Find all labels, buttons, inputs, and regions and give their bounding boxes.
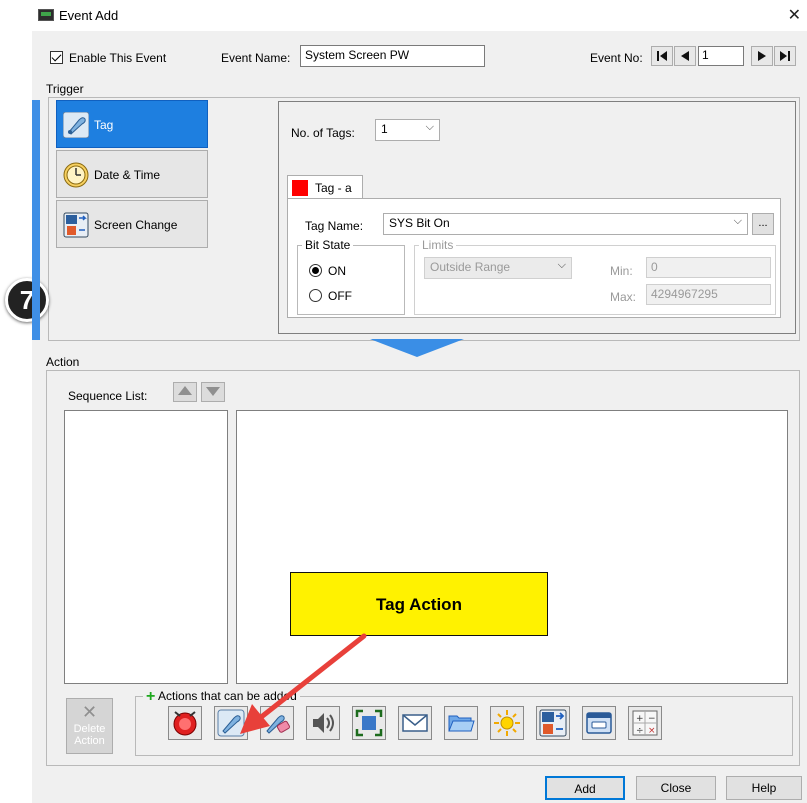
tag-icon <box>62 111 90 139</box>
callout-arrow-icon <box>240 633 367 734</box>
plus-icon: + <box>146 688 156 705</box>
first-icon <box>657 51 667 61</box>
title-bar: Event Add ✕ <box>32 0 807 31</box>
tag-color-swatch <box>292 180 308 196</box>
last-event-button[interactable] <box>774 46 796 66</box>
limits-label: Limits <box>419 238 457 252</box>
screen-change-icon <box>63 212 89 238</box>
trigger-tag-button[interactable]: Tag <box>56 100 208 148</box>
next-icon <box>758 51 766 61</box>
flow-down-arrow-icon <box>370 339 464 357</box>
chevron-down-icon: ⌵ <box>425 121 434 133</box>
enable-event-label: Enable This Event <box>69 51 167 65</box>
trigger-section-label: Trigger <box>46 82 84 96</box>
previous-icon <box>681 51 689 61</box>
calculator-icon[interactable]: + − ÷ × <box>628 706 662 740</box>
arrow-up-icon <box>178 386 192 395</box>
help-button[interactable]: Help <box>726 776 802 800</box>
no-of-tags-label: No. of Tags: <box>291 126 355 140</box>
trigger-tag-label: Tag <box>94 118 114 132</box>
close-button[interactable]: Close <box>636 776 716 800</box>
no-of-tags-value: 1 <box>381 122 388 136</box>
bit-state-on-label: ON <box>328 264 346 278</box>
min-label: Min: <box>610 264 633 278</box>
window-icon[interactable] <box>582 706 616 740</box>
window-title: Event Add <box>59 8 119 23</box>
bit-state-on-radio[interactable] <box>309 264 322 277</box>
move-up-button[interactable] <box>173 382 197 402</box>
limits-value: Outside Range <box>430 260 511 274</box>
event-name-label: Event Name: <box>221 51 291 65</box>
tab-label: Tag - a <box>315 181 352 195</box>
chevron-down-icon: ⌵ <box>557 259 566 271</box>
event-no-label: Event No: <box>590 51 643 65</box>
chevron-down-icon: ⌵ <box>733 215 742 227</box>
action-section-label: Action <box>46 355 80 369</box>
tag-name-label: Tag Name: <box>305 219 364 233</box>
alarm-icon[interactable] <box>168 706 202 740</box>
delete-action-label: Delete Action <box>73 723 106 747</box>
trigger-date-time-button[interactable]: Date & Time <box>56 150 208 198</box>
event-no-input[interactable]: 1 <box>698 46 744 66</box>
svg-text:+: + <box>636 714 644 724</box>
close-icon[interactable]: ✕ <box>788 5 801 25</box>
clock-icon <box>63 162 89 188</box>
delete-x-icon: ✕ <box>81 702 98 722</box>
svg-text:÷: ÷ <box>636 726 644 736</box>
enable-event-checkbox[interactable] <box>50 51 63 64</box>
tag-name-value: SYS Bit On <box>389 216 450 230</box>
next-event-button[interactable] <box>751 46 773 66</box>
svg-text:×: × <box>648 726 656 736</box>
tag-name-select[interactable]: SYS Bit On ⌵ <box>383 213 748 235</box>
trigger-screen-change-label: Screen Change <box>94 218 178 232</box>
max-input[interactable]: 4294967295 <box>646 284 771 305</box>
limits-select[interactable]: Outside Range ⌵ <box>424 257 572 279</box>
step-number-badge: 7 <box>5 278 49 322</box>
previous-event-button[interactable] <box>674 46 696 66</box>
event-name-input[interactable]: System Screen PW <box>300 45 485 67</box>
sequence-list[interactable] <box>64 410 228 684</box>
bit-state-off-radio[interactable] <box>309 289 322 302</box>
brightness-icon[interactable] <box>490 706 524 740</box>
min-input[interactable]: 0 <box>646 257 771 278</box>
max-label: Max: <box>610 290 637 304</box>
bit-state-off-label: OFF <box>328 289 352 303</box>
trigger-date-time-label: Date & Time <box>94 168 161 182</box>
side-accent-bar <box>32 100 40 340</box>
app-icon <box>38 9 54 21</box>
arrow-down-icon <box>206 387 220 396</box>
mail-icon[interactable] <box>398 706 432 740</box>
screen-change-icon[interactable] <box>536 706 570 740</box>
bit-state-label: Bit State <box>302 238 354 252</box>
add-button[interactable]: Add <box>545 776 625 800</box>
sequence-list-label: Sequence List: <box>68 389 148 403</box>
tab-tag-a[interactable]: Tag - a <box>287 175 363 199</box>
open-file-icon[interactable] <box>444 706 478 740</box>
first-event-button[interactable] <box>651 46 673 66</box>
tag-action-callout: Tag Action <box>290 572 548 636</box>
trigger-screen-change-button[interactable]: Screen Change <box>56 200 208 248</box>
svg-text:−: − <box>648 714 656 724</box>
event-add-window: Event Add ✕ Enable This Event Event Name… <box>32 0 807 803</box>
last-icon <box>780 51 790 61</box>
browse-tag-button[interactable]: ... <box>752 213 774 235</box>
delete-action-button[interactable]: ✕ Delete Action <box>66 698 113 754</box>
no-of-tags-select[interactable]: 1 ⌵ <box>375 119 440 141</box>
move-down-button[interactable] <box>201 382 225 402</box>
bit-state-group <box>297 245 405 315</box>
